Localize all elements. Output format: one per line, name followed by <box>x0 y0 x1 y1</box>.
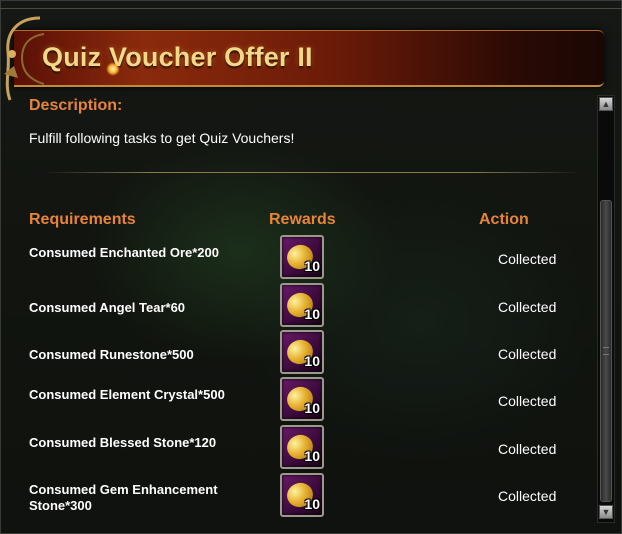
requirements-header: Requirements <box>29 211 136 228</box>
scroll-up-button[interactable]: ▲ <box>599 97 613 111</box>
divider <box>42 172 582 173</box>
reward-count: 10 <box>304 258 320 274</box>
grip-icon <box>603 347 609 355</box>
task-requirement: Consumed Angel Tear*60 <box>29 300 186 315</box>
sparkle-icon <box>106 62 120 76</box>
reward-count: 10 <box>304 353 320 369</box>
task-status: Collected <box>498 346 557 362</box>
reward-slot[interactable]: 10 <box>280 425 324 469</box>
action-header: Action <box>479 211 529 228</box>
top-border <box>0 8 622 9</box>
reward-count: 10 <box>304 306 320 322</box>
reward-slot[interactable]: 10 <box>280 283 324 327</box>
task-status: Collected <box>498 441 557 457</box>
task-requirement: Consumed Enchanted Ore*200 <box>29 245 219 260</box>
scrollbar[interactable]: ▲ ▼ <box>597 95 615 523</box>
corner-ornament-icon <box>4 16 45 101</box>
reward-count: 10 <box>304 496 320 512</box>
reward-count: 10 <box>304 448 320 464</box>
task-status: Collected <box>498 251 557 267</box>
reward-slot[interactable]: 10 <box>280 377 324 421</box>
task-requirement: Consumed Element Crystal*500 <box>29 387 225 402</box>
task-status: Collected <box>498 299 557 315</box>
reward-slot[interactable]: 10 <box>280 235 324 279</box>
reward-slot[interactable]: 10 <box>280 330 324 374</box>
task-requirement: Consumed Gem Enhancement Stone*300 <box>29 482 218 513</box>
rewards-header: Rewards <box>269 211 336 228</box>
task-status: Collected <box>498 393 557 409</box>
task-requirement: Consumed Runestone*500 <box>29 347 194 362</box>
task-status: Collected <box>498 488 557 504</box>
reward-count: 10 <box>304 400 320 416</box>
scrollbar-thumb[interactable] <box>600 200 612 502</box>
description-text: Fulfill following tasks to get Quiz Vouc… <box>29 130 295 146</box>
task-requirement: Consumed Blessed Stone*120 <box>29 435 217 450</box>
scroll-down-button[interactable]: ▼ <box>599 505 613 519</box>
reward-slot[interactable]: 10 <box>280 473 324 517</box>
page-title: Quiz Voucher Offer II <box>42 42 313 72</box>
description-label: Description: <box>29 97 123 114</box>
